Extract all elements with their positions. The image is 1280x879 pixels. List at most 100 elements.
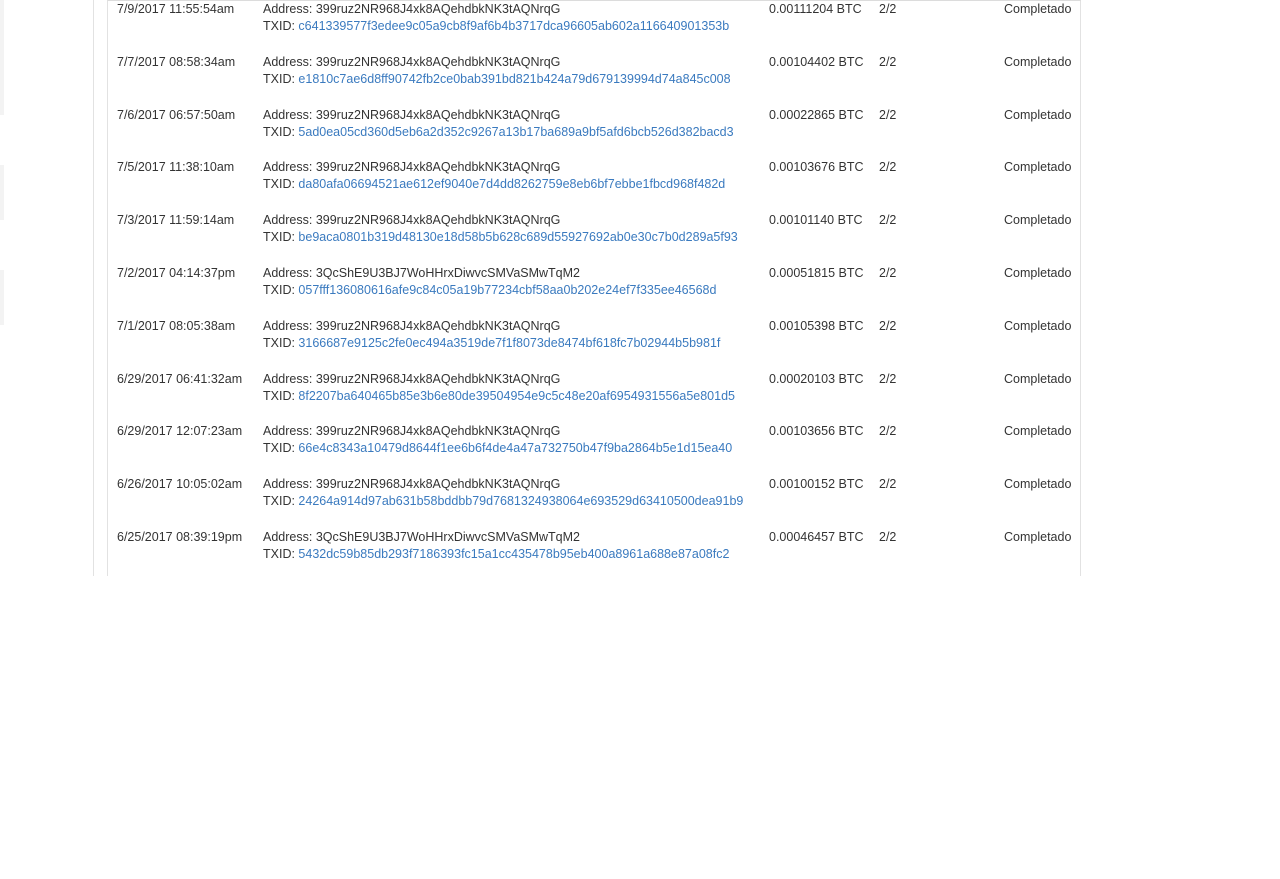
txid-label: TXID: [263,441,299,456]
address-label: Address: [263,318,316,333]
transaction-address: Address: 399ruz2NR968J4xk8AQehdbkNK3tAQN… [263,212,738,229]
transaction-confirmations: 2/2 [879,424,897,439]
transaction-confirmations: 2/2 [879,529,897,544]
transaction-status: Completado [1004,424,1072,439]
address-value: 399ruz2NR968J4xk8AQehdbkNK3tAQNrqG [315,371,561,386]
transaction-address: Address: 399ruz2NR968J4xk8AQehdbkNK3tAQN… [263,476,743,493]
transaction-confirmations: 2/2 [879,318,897,333]
address-label: Address: [263,160,316,175]
address-label: Address: [263,424,316,439]
transaction-amount: 0.00046457 BTC [769,529,864,544]
transaction-status: Completado [1004,318,1072,333]
transaction-date: 7/9/2017 11:55:54am [117,2,235,16]
transaction-status: Completado [1004,54,1072,69]
transaction-amount: 0.00103656 BTC [769,424,864,439]
transaction-amount: 0.00051815 BTC [769,265,864,280]
transaction-amount: 0.00103676 BTC [769,160,864,175]
transaction-date: 7/3/2017 11:59:14am [117,213,235,228]
address-value: 399ruz2NR968J4xk8AQehdbkNK3tAQNrqG [315,424,561,439]
transaction-details: Address: 3QcShE9U3BJ7WoHHrxDiwvcSMVaSMwT… [263,529,729,563]
transaction-confirmations: 2/2 [879,371,897,386]
transaction-amount: 0.00105398 BTC [769,318,864,333]
transaction-address: Address: 399ruz2NR968J4xk8AQehdbkNK3tAQN… [263,1,729,18]
address-value: 399ruz2NR968J4xk8AQehdbkNK3tAQNrqG [315,213,561,228]
txid-link[interactable]: 66e4c8343a10479d8644f1ee6b6f4de4a47a7327… [298,441,732,455]
address-label: Address: [263,54,316,69]
txid-label: TXID: [263,335,299,350]
address-label: Address: [263,477,316,492]
txid-link[interactable]: 057fff136080616afe9c84c05a19b77234cbf58a… [298,283,716,297]
txid-link[interactable]: be9aca0801b319d48130e18d58b5b628c689d559… [298,230,737,244]
transaction-txid: TXID: 5ad0ea05cd360d5eb6a2d352c9267a13b1… [263,124,734,141]
txid-link[interactable]: 5432dc59b85db293f7186393fc15a1cc435478b9… [298,547,729,561]
transaction-row: 7/5/2017 11:38:10am Address: 399ruz2NR96… [108,158,1080,211]
address-value: 399ruz2NR968J4xk8AQehdbkNK3tAQNrqG [315,107,561,122]
transaction-details: Address: 3QcShE9U3BJ7WoHHrxDiwvcSMVaSMwT… [263,265,716,299]
transaction-address: Address: 3QcShE9U3BJ7WoHHrxDiwvcSMVaSMwT… [263,265,716,282]
transaction-date: 7/1/2017 08:05:38am [117,318,236,333]
txid-link[interactable]: da80afa06694521ae612ef9040e7d4dd8262759e… [298,177,725,191]
transaction-date: 6/26/2017 10:05:02am [117,477,243,492]
transaction-date: 7/7/2017 08:58:34am [117,54,236,69]
left-edge-strip [0,0,4,576]
txid-label: TXID: [263,282,299,297]
transaction-details: Address: 399ruz2NR968J4xk8AQehdbkNK3tAQN… [263,1,729,35]
transaction-confirmations: 2/2 [879,213,897,228]
transaction-confirmations: 2/2 [879,2,897,16]
transaction-status: Completado [1004,160,1072,175]
transaction-txid: TXID: da80afa06694521ae612ef9040e7d4dd82… [263,176,725,193]
transaction-amount: 0.00020103 BTC [769,371,864,386]
transaction-amount: 0.00104402 BTC [769,54,864,69]
transaction-confirmations: 2/2 [879,54,897,69]
transaction-txid: TXID: c641339577f3edee9c05a9cb8f9af6b4b3… [263,18,729,35]
txid-label: TXID: [263,124,299,139]
txid-label: TXID: [263,546,299,561]
txid-link[interactable]: 5ad0ea05cd360d5eb6a2d352c9267a13b17ba689… [298,125,733,139]
address-value: 3QcShE9U3BJ7WoHHrxDiwvcSMVaSMwTqM2 [315,529,580,544]
transaction-address: Address: 399ruz2NR968J4xk8AQehdbkNK3tAQN… [263,54,731,71]
txid-label: TXID: [263,19,299,33]
transaction-row: 6/25/2017 08:39:19pm Address: 3QcShE9U3B… [108,528,1080,581]
transaction-txid: TXID: 8f2207ba640465b85e3b6e80de39504954… [263,388,735,405]
transaction-txid: TXID: 057fff136080616afe9c84c05a19b77234… [263,282,716,299]
transaction-address: Address: 3QcShE9U3BJ7WoHHrxDiwvcSMVaSMwT… [263,529,729,546]
txid-link[interactable]: c641339577f3edee9c05a9cb8f9af6b4b3717dca… [298,19,729,33]
transaction-confirmations: 2/2 [879,477,897,492]
transaction-date: 7/2/2017 04:14:37pm [117,265,236,280]
transaction-date: 6/29/2017 12:07:23am [117,424,243,439]
transaction-date: 6/25/2017 08:39:19pm [117,529,243,544]
transaction-details: Address: 399ruz2NR968J4xk8AQehdbkNK3tAQN… [263,107,734,141]
transaction-txid: TXID: 5432dc59b85db293f7186393fc15a1cc43… [263,546,729,563]
address-value: 399ruz2NR968J4xk8AQehdbkNK3tAQNrqG [315,318,561,333]
transaction-amount: 0.00022865 BTC [769,107,864,122]
txid-link[interactable]: 8f2207ba640465b85e3b6e80de39504954e9c5c4… [298,389,735,403]
address-label: Address: [263,213,316,228]
transaction-status: Completado [1004,2,1072,16]
transaction-status: Completado [1004,371,1072,386]
transaction-address: Address: 399ruz2NR968J4xk8AQehdbkNK3tAQN… [263,371,735,388]
transaction-row: 6/26/2017 10:05:02am Address: 399ruz2NR9… [108,475,1080,528]
txid-link[interactable]: 24264a914d97ab631b58bddbb79d768132493806… [298,494,743,508]
transaction-address: Address: 399ruz2NR968J4xk8AQehdbkNK3tAQN… [263,159,725,176]
transaction-status: Completado [1004,265,1072,280]
transaction-row: 6/29/2017 12:07:23am Address: 399ruz2NR9… [108,422,1080,475]
address-label: Address: [263,529,316,544]
txid-link[interactable]: 3166687e9125c2fe0ec494a3519de7f1f8073de8… [298,336,720,350]
transaction-address: Address: 399ruz2NR968J4xk8AQehdbkNK3tAQN… [263,318,720,335]
transaction-details: Address: 399ruz2NR968J4xk8AQehdbkNK3tAQN… [263,371,735,405]
address-value: 3QcShE9U3BJ7WoHHrxDiwvcSMVaSMwTqM2 [315,265,580,280]
transaction-confirmations: 2/2 [879,107,897,122]
transaction-confirmations: 2/2 [879,265,897,280]
transaction-txid: TXID: be9aca0801b319d48130e18d58b5b628c6… [263,229,738,246]
transaction-row: 6/29/2017 06:41:32am Address: 399ruz2NR9… [108,370,1080,423]
address-label: Address: [263,107,316,122]
txid-link[interactable]: e1810c7ae6d8ff90742fb2ce0bab391bd821b424… [298,72,730,86]
transactions-list: 7/9/2017 11:55:54am Address: 399ruz2NR96… [108,0,1080,581]
transaction-status: Completado [1004,213,1072,228]
transaction-amount: 0.00100152 BTC [769,477,864,492]
txid-label: TXID: [263,494,299,509]
transaction-row: 7/1/2017 08:05:38am Address: 399ruz2NR96… [108,317,1080,370]
address-label: Address: [263,265,316,280]
transaction-details: Address: 399ruz2NR968J4xk8AQehdbkNK3tAQN… [263,54,731,88]
address-value: 399ruz2NR968J4xk8AQehdbkNK3tAQNrqG [315,160,561,175]
